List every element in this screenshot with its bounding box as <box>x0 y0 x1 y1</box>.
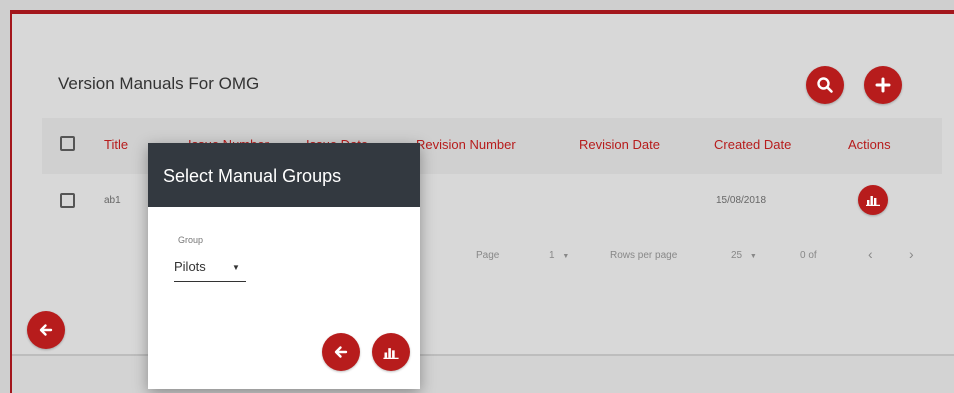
chevron-down-icon: ▼ <box>562 253 570 260</box>
next-page-button[interactable]: › <box>909 246 914 262</box>
dialog-confirm-button[interactable] <box>372 333 410 371</box>
row-checkbox[interactable] <box>60 193 75 208</box>
row-action-button[interactable] <box>858 185 888 215</box>
plus-icon <box>875 77 891 93</box>
column-title[interactable]: Title <box>104 137 128 152</box>
page-title: Version Manuals For OMG <box>58 74 260 93</box>
row-title: ab1 <box>104 195 121 206</box>
pagination-page-select[interactable]: 1 ▼ <box>549 250 569 261</box>
select-all-checkbox[interactable] <box>60 136 75 151</box>
rows-select-value: 25 <box>731 250 743 261</box>
dialog-back-button[interactable] <box>322 333 360 371</box>
group-select-value: Pilots <box>174 259 206 274</box>
chart-icon <box>383 347 399 359</box>
group-label: Group <box>178 235 204 245</box>
column-created-date[interactable]: Created Date <box>714 137 791 152</box>
group-select[interactable]: Pilots ▼ <box>174 257 246 282</box>
pagination-page-label: Page <box>476 250 500 261</box>
pagination-rows-label: Rows per page <box>610 250 678 261</box>
chevron-down-icon: ▼ <box>232 263 240 272</box>
search-icon <box>817 77 833 93</box>
pagination-range: 0 of <box>800 250 817 261</box>
column-revision-date[interactable]: Revision Date <box>579 137 660 152</box>
prev-page-button[interactable]: ‹ <box>868 246 873 262</box>
back-button[interactable] <box>27 311 65 349</box>
select-manual-groups-dialog: Select Manual Groups Group Pilots ▼ <box>148 143 420 389</box>
dialog-title: Select Manual Groups <box>163 166 342 186</box>
chart-icon <box>866 196 880 206</box>
row-created-date: 15/08/2018 <box>716 195 767 206</box>
search-button[interactable] <box>806 66 844 104</box>
chevron-left-icon: ‹ <box>868 246 873 262</box>
column-revision-number[interactable]: Revision Number <box>416 137 516 152</box>
add-button[interactable] <box>864 66 902 104</box>
arrow-left-icon <box>39 324 53 336</box>
pagination-rows-select[interactable]: 25 ▼ <box>731 250 757 261</box>
arrow-left-icon <box>334 346 348 358</box>
page-select-value: 1 <box>549 250 555 261</box>
column-actions: Actions <box>848 137 891 152</box>
chevron-down-icon: ▼ <box>749 253 757 260</box>
chevron-right-icon: › <box>909 246 914 262</box>
